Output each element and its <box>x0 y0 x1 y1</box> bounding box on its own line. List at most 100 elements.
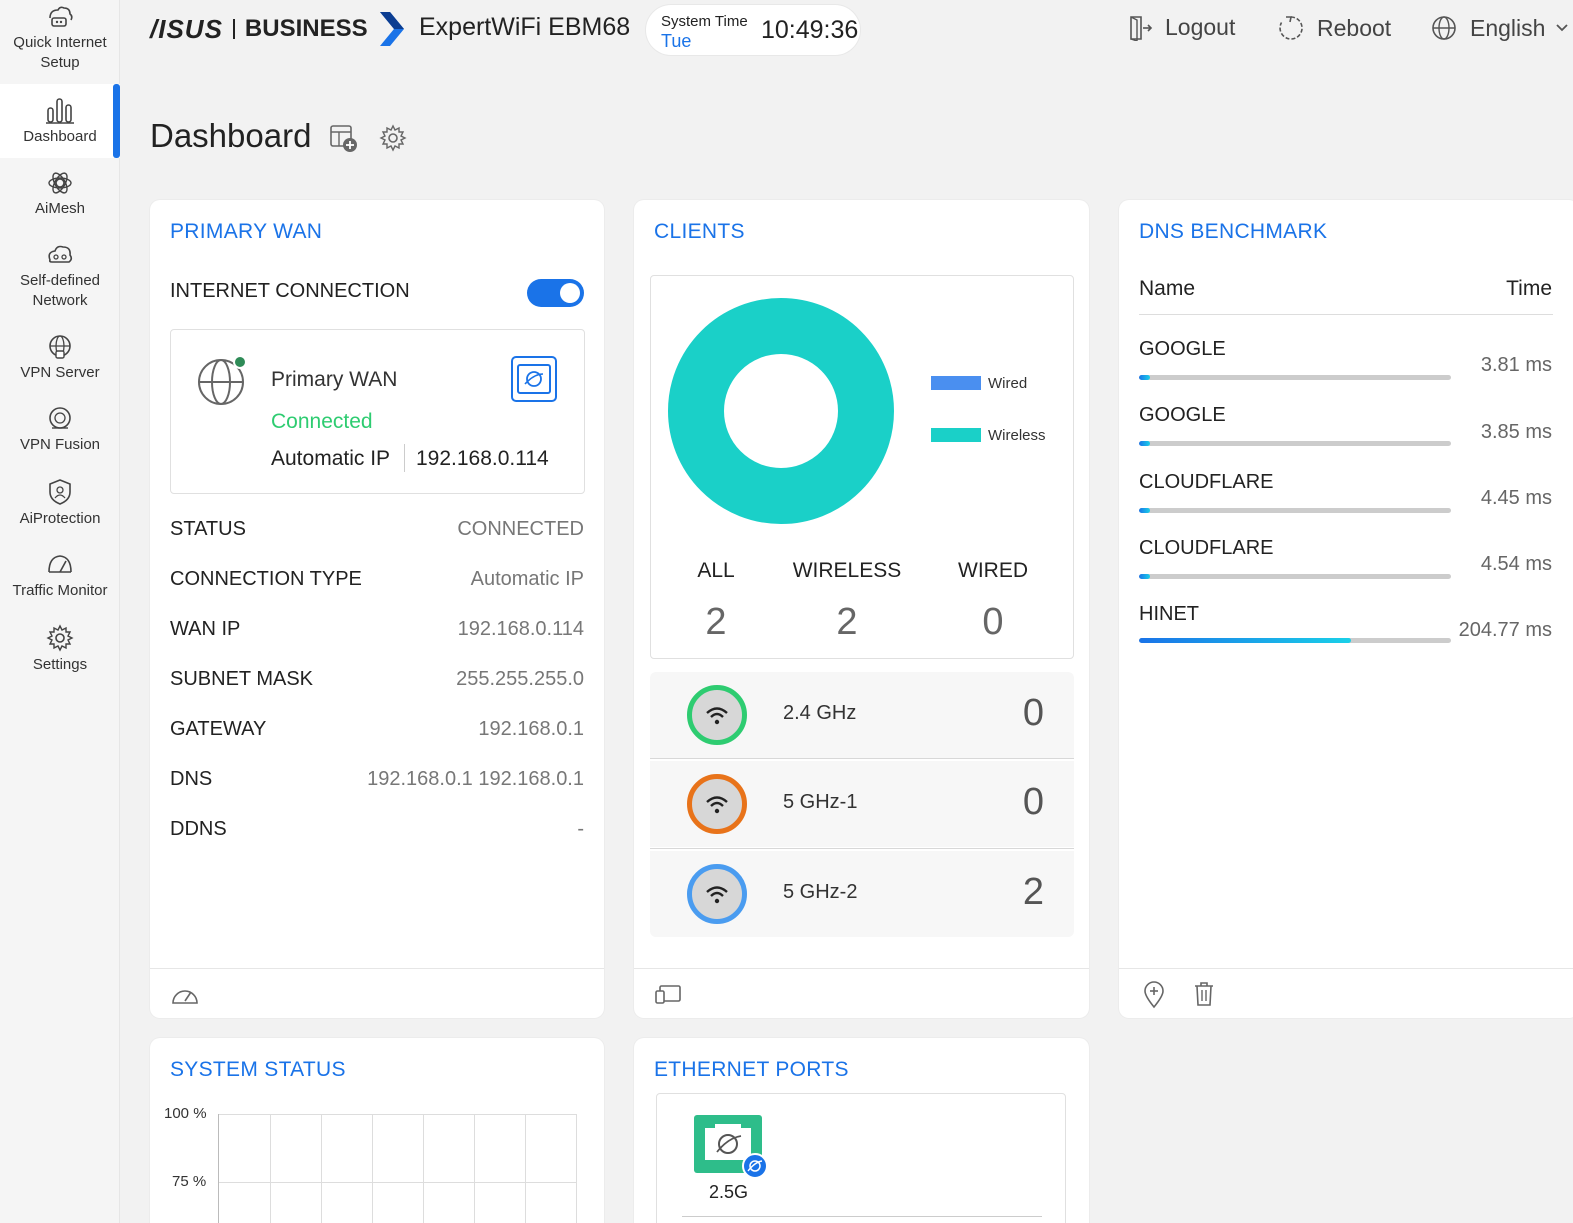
sidebar-item-aiprotection[interactable]: AiProtection <box>0 478 120 529</box>
location-add-icon[interactable] <box>1143 981 1165 1009</box>
sidebar-item-dashboard[interactable]: Dashboard <box>0 84 120 158</box>
quick-setup-icon <box>49 6 73 27</box>
donut-slice-wireless <box>668 298 894 524</box>
sidebar-item-label: Quick Internet Setup <box>13 34 107 71</box>
ethernet-port-icon[interactable] <box>693 1114 771 1180</box>
dns-row-name: CLOUDFLARE <box>1139 537 1274 559</box>
globe-icon <box>198 355 247 405</box>
system-time-value: 10:49:36 <box>761 16 859 44</box>
logo-business-text: BUSINESS <box>244 15 368 42</box>
dns-row-time: 3.85 ms <box>1480 421 1552 443</box>
brand-logo: /ISUS BUSINESS <box>150 12 404 46</box>
trash-icon[interactable] <box>1193 981 1215 1007</box>
add-widget-icon[interactable] <box>329 124 359 154</box>
system-time-label: System Time <box>661 13 748 30</box>
sidebar: Quick Internet Setup Dashboard AiMesh Se… <box>0 0 120 1223</box>
legend-label-wireless: Wireless <box>988 427 1046 444</box>
divider <box>1139 314 1553 315</box>
y-tick-label: 75 % <box>172 1173 207 1190</box>
wifi-icon <box>687 864 747 924</box>
card-title: DNS BENCHMARK <box>1139 220 1328 243</box>
legend-swatch-wireless <box>931 428 981 442</box>
reboot-button[interactable]: Reboot <box>1277 14 1391 42</box>
wifi-icon <box>687 774 747 834</box>
all-count-value[interactable]: 2 <box>646 601 786 644</box>
band-name: 2.4 GHz <box>783 702 857 724</box>
sidebar-item-label: VPN Server <box>20 364 100 381</box>
wireless-count-value[interactable]: 2 <box>777 601 917 644</box>
wan-row-value: Automatic IP <box>470 568 584 590</box>
dns-row-bar <box>1139 441 1451 446</box>
wan-row-label: SUBNET MASK <box>170 668 313 690</box>
wan-row-value: 255.255.255.0 <box>456 668 584 690</box>
language-selector[interactable]: English <box>1430 14 1569 42</box>
dns-row-time: 204.77 ms <box>1458 619 1552 641</box>
dashboard-icon <box>46 98 74 124</box>
wan-summary-box: Primary WAN Connected Automatic IP 192.1… <box>170 329 585 494</box>
ports-panel: 2.5G <box>656 1093 1066 1223</box>
sidebar-item-label: Dashboard <box>23 128 97 145</box>
wireless-count-label: WIRELESS <box>792 559 902 582</box>
sidebar-item-self-defined-network[interactable]: Self-defined Network <box>0 242 120 311</box>
sidebar-item-label: Traffic Monitor <box>12 582 108 599</box>
logout-icon <box>1130 15 1153 41</box>
card-footer <box>150 968 604 1018</box>
devices-icon[interactable] <box>654 983 684 1005</box>
band-row-5ghz-1[interactable]: 5 GHz-1 0 <box>650 761 1074 847</box>
wan-row-value: - <box>577 818 584 840</box>
port-speed-label: 2.5G <box>709 1182 749 1202</box>
grid-line <box>218 1114 576 1115</box>
internet-link-icon[interactable] <box>511 356 557 402</box>
dns-benchmark-card: DNS BENCHMARK Name Time GOOGLE 3.81 ms G… <box>1119 200 1573 1018</box>
dns-row-time: 4.45 ms <box>1480 487 1552 509</box>
card-title: SYSTEM STATUS <box>170 1058 346 1081</box>
system-time-day: Tue <box>661 31 692 51</box>
legend-label-wired: Wired <box>988 375 1028 392</box>
sidebar-item-aimesh[interactable]: AiMesh <box>0 170 120 219</box>
band-row-5ghz-2[interactable]: 5 GHz-2 2 <box>650 851 1074 937</box>
sidebar-item-traffic-monitor[interactable]: Traffic Monitor <box>0 552 120 601</box>
logo-brand-text: /ISUS <box>150 13 223 44</box>
wan-row-label: DDNS <box>170 818 227 840</box>
wan-row-label: CONNECTION TYPE <box>170 568 362 590</box>
wan-box-type: Automatic IP <box>271 447 391 470</box>
card-title: ETHERNET PORTS <box>654 1058 849 1081</box>
wan-row-label: WAN IP <box>170 618 241 640</box>
wan-box-status: Connected <box>271 410 373 433</box>
wan-row-value: 192.168.0.1 192.168.0.1 <box>367 768 584 790</box>
dns-row-bar <box>1139 574 1451 579</box>
clients-card: CLIENTS Wired Wireless ALL 2 WIRELESS 2 … <box>634 200 1089 1018</box>
vpn-fusion-icon <box>49 407 71 429</box>
wan-box-ip: 192.168.0.114 <box>416 447 549 470</box>
primary-wan-card: PRIMARY WAN INTERNET CONNECTION Primary … <box>150 200 604 1018</box>
logo-separator <box>232 19 235 39</box>
y-tick-label: 100 % <box>164 1105 207 1122</box>
system-time-panel: System Time Tue 10:49:36 <box>646 5 860 55</box>
band-row-2-4ghz[interactable]: 2.4 GHz 0 <box>650 672 1074 758</box>
sidebar-item-vpn-fusion[interactable]: VPN Fusion <box>0 406 120 455</box>
card-title: CLIENTS <box>654 220 745 243</box>
wan-row-value: 192.168.0.114 <box>457 618 584 640</box>
grid-line <box>423 1114 424 1223</box>
internet-connection-toggle[interactable] <box>527 279 584 307</box>
logout-button[interactable]: Logout <box>1127 14 1235 41</box>
grid-line <box>372 1114 373 1223</box>
grid-line <box>321 1114 322 1223</box>
dns-row-name: GOOGLE <box>1139 404 1226 426</box>
dns-row-bar <box>1139 638 1451 643</box>
active-indicator <box>113 84 120 158</box>
sidebar-item-vpn-server[interactable]: VPN Server <box>0 334 120 383</box>
sidebar-item-quick-internet-setup[interactable]: Quick Internet Setup <box>0 4 120 73</box>
wan-row-label: DNS <box>170 768 213 790</box>
sidebar-item-label: VPN Fusion <box>19 436 101 453</box>
clients-chart-panel: Wired Wireless ALL 2 WIRELESS 2 WIRED 0 <box>650 275 1074 659</box>
sidebar-item-label: Settings <box>32 656 88 673</box>
system-status-card: SYSTEM STATUS 100 % 75 % <box>150 1038 604 1223</box>
speedometer-icon[interactable] <box>170 981 200 1007</box>
ethernet-ports-card: ETHERNET PORTS 2.5G <box>634 1038 1089 1223</box>
sidebar-item-settings[interactable]: Settings <box>0 624 120 675</box>
dashboard-settings-icon[interactable] <box>379 124 407 152</box>
divider <box>650 758 1074 759</box>
chevron-down-icon <box>1556 24 1569 32</box>
wired-count-value[interactable]: 0 <box>923 601 1063 644</box>
